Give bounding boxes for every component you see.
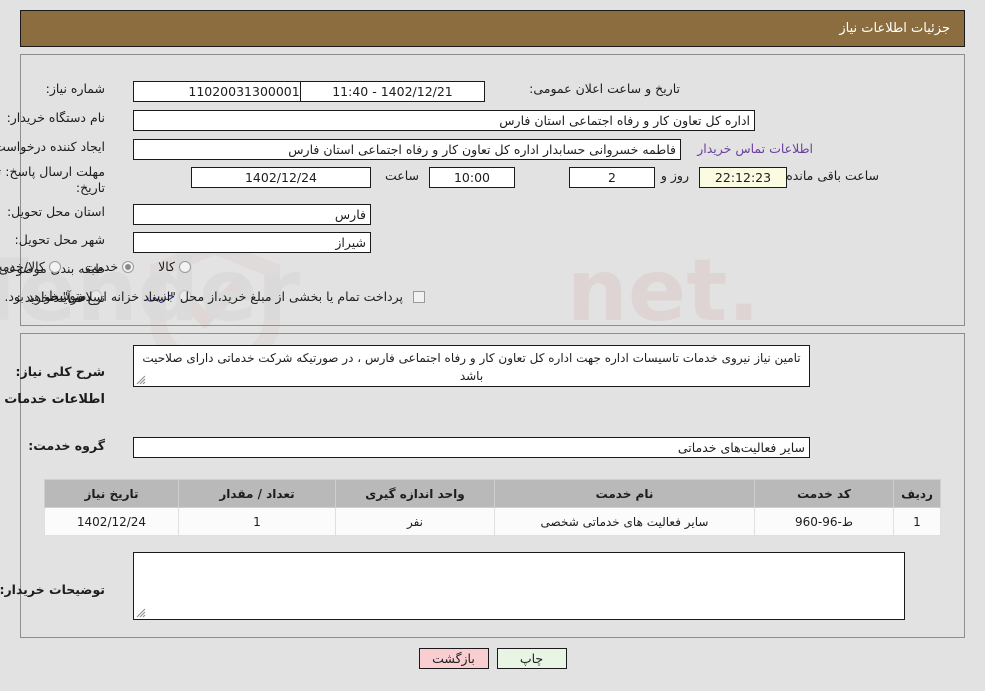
cell-radif: 1	[893, 507, 941, 536]
announce-datetime-label: تاریخ و ساعت اعلان عمومی:	[529, 81, 680, 96]
requester-label-wrap: ایجاد کننده درخواست:	[0, 139, 105, 154]
treasury-bond-checkbox[interactable]	[413, 291, 425, 304]
announce-datetime-field[interactable]: 1402/12/21 - 11:40	[300, 81, 485, 102]
resize-grip-icon[interactable]	[136, 375, 146, 385]
page-root: AnaTender .net جزئیات اطلاعات نیاز شماره…	[0, 0, 985, 691]
city-field[interactable]: شیراز	[133, 232, 371, 253]
col-radif: ردیف	[893, 479, 941, 508]
general-desc-label-wrap: شرح کلی نیاز:	[15, 364, 105, 379]
print-button[interactable]: چاپ	[496, 648, 567, 669]
buyer-notes-label: توضیحات خریدار:	[0, 582, 105, 597]
need-number-row: شماره نیاز:	[45, 81, 105, 96]
deadline-label-wrap: مهلت ارسال پاسخ: تا تاریخ:	[0, 163, 105, 195]
col-unit: واحد اندازه گیری	[335, 479, 495, 508]
buyer-contact-link[interactable]: اطلاعات تماس خریدار	[697, 141, 813, 156]
buyer-notes-label-wrap: توضیحات خریدار:	[0, 582, 105, 597]
general-desc-value: تامین نیاز نیروی خدمات تاسیسات اداره جهت…	[142, 351, 801, 383]
countdown-field[interactable]: 22:12:23	[699, 167, 787, 188]
city-label-wrap: شهر محل تحویل:	[14, 232, 105, 247]
page-header: جزئیات اطلاعات نیاز	[20, 10, 965, 47]
page-title: جزئیات اطلاعات نیاز	[839, 21, 950, 36]
province-label: استان محل تحویل:	[6, 204, 105, 219]
requester-label: ایجاد کننده درخواست:	[0, 139, 105, 154]
deadline-label: مهلت ارسال پاسخ: تا تاریخ:	[0, 164, 105, 195]
cell-date: 1402/12/24	[44, 507, 179, 536]
col-code: کد خدمت	[754, 479, 894, 508]
treasury-bond-checkbox-row: پرداخت تمام یا بخشی از مبلغ خرید،از محل …	[4, 289, 429, 304]
service-group-field[interactable]: سایر فعالیت‌های خدماتی	[133, 437, 810, 458]
cell-quantity: 1	[178, 507, 336, 536]
cell-name: سایر فعالیت های خدماتی شخصی	[494, 507, 755, 536]
hour-field[interactable]: 10:00	[429, 167, 515, 188]
cell-unit: نفر	[335, 507, 495, 536]
category-radio-khedmat[interactable]	[122, 261, 135, 274]
announce-datetime-label-wrap: تاریخ و ساعت اعلان عمومی:	[529, 81, 680, 96]
category-option-label-2: کالا/خدمت	[0, 259, 45, 274]
category-option-label-0: کالا	[158, 259, 175, 274]
category-radio-kala-khedmat[interactable]	[48, 261, 61, 274]
days-remaining-field[interactable]: 2	[569, 167, 655, 188]
province-label-wrap: استان محل تحویل:	[6, 204, 105, 219]
category-option-label-1: خدمت	[84, 259, 119, 274]
services-section-title: اطلاعات خدمات مورد نیاز	[0, 392, 105, 407]
need-number-label: شماره نیاز:	[45, 81, 105, 96]
hour-label: ساعت	[384, 168, 419, 183]
table-header-row: ردیف کد خدمت نام خدمت واحد اندازه گیری ت…	[44, 479, 941, 508]
service-group-label-wrap: گروه خدمت:	[28, 438, 105, 453]
resize-grip-icon-2[interactable]	[136, 608, 146, 618]
treasury-bond-label: پرداخت تمام یا بخشی از مبلغ خرید،از محل …	[4, 289, 403, 304]
buyer-org-label-wrap: نام دستگاه خریدار:	[6, 110, 105, 125]
general-desc-textarea[interactable]: تامین نیاز نیروی خدمات تاسیسات اداره جهت…	[133, 345, 810, 387]
col-date: تاریخ نیاز	[44, 479, 179, 508]
countdown-suffix-label: ساعت باقی مانده	[786, 168, 879, 183]
action-button-bar: چاپ بازگشت	[0, 648, 985, 669]
col-quantity: تعداد / مقدار	[178, 479, 336, 508]
col-name: نام خدمت	[494, 479, 755, 508]
city-label: شهر محل تحویل:	[14, 232, 105, 247]
table-row[interactable]: 1 ط-96-960 سایر فعالیت های خدماتی شخصی ن…	[44, 507, 941, 536]
service-group-label: گروه خدمت:	[28, 438, 105, 453]
cell-code: ط-96-960	[754, 507, 894, 536]
general-desc-label: شرح کلی نیاز:	[15, 364, 105, 379]
buyer-notes-textarea[interactable]	[133, 552, 905, 620]
category-radio-kala[interactable]	[179, 261, 191, 274]
category-radio-group: کالا خدمت کالا/خدمت	[0, 259, 195, 274]
buyer-org-field[interactable]: اداره کل تعاون کار و رفاه اجتماعی استان …	[133, 110, 755, 131]
back-button[interactable]: بازگشت	[418, 648, 489, 669]
services-section-title-wrap: اطلاعات خدمات مورد نیاز	[0, 393, 105, 406]
deadline-date-field[interactable]: 1402/12/24	[191, 167, 371, 188]
province-field[interactable]: فارس	[133, 204, 371, 225]
services-table: ردیف کد خدمت نام خدمت واحد اندازه گیری ت…	[44, 479, 941, 536]
days-suffix-label: روز و	[660, 168, 689, 183]
requester-field[interactable]: فاطمه خسروانی حسابدار اداره کل تعاون کار…	[133, 139, 681, 160]
buyer-org-label: نام دستگاه خریدار:	[6, 110, 105, 125]
